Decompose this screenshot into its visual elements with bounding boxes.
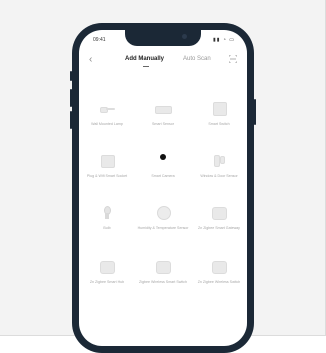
device-label: Smart Camera bbox=[151, 174, 175, 178]
thermo-sensor-icon bbox=[154, 204, 172, 222]
gateway-icon bbox=[210, 204, 228, 222]
device-label: Bulb bbox=[103, 226, 111, 230]
door-sensor-icon bbox=[210, 152, 228, 170]
device-label: Zigbee Wireless Smart Switch bbox=[139, 280, 187, 284]
volume-up-button bbox=[70, 89, 72, 107]
tab-add-manually[interactable]: Add Manually bbox=[125, 56, 164, 62]
wireless-switch-icon bbox=[154, 258, 172, 276]
scan-icon[interactable] bbox=[229, 55, 237, 63]
status-icons: ▮▮ ◔ ▭ bbox=[212, 37, 235, 43]
sensor-bar-icon bbox=[154, 100, 172, 118]
volume-down-button bbox=[70, 111, 72, 129]
smart-plug-icon bbox=[98, 152, 116, 170]
power-button bbox=[254, 99, 256, 125]
device-label: Zn Zigbee Smart Gateway bbox=[198, 226, 240, 230]
chevron-left-icon[interactable]: ‹ bbox=[89, 54, 92, 65]
status-time: 09:41 bbox=[93, 37, 106, 43]
device-label: Smart Sensor bbox=[152, 122, 174, 126]
mute-button bbox=[70, 71, 72, 81]
device-label: Window & Door Sensor bbox=[200, 174, 238, 178]
switch-panel-icon bbox=[210, 100, 228, 118]
phone-device: 09:41 ▮▮ ◔ ▭ ‹ Add Manually Auto Scan Wa… bbox=[70, 23, 256, 353]
device-label: Zn Zigbee Wireless Switch bbox=[197, 280, 241, 284]
active-tab-indicator bbox=[143, 66, 149, 67]
notch bbox=[125, 30, 201, 46]
device-label: Zn Zigbee Smart Hub bbox=[89, 280, 125, 284]
device-label: Wall Mounted Lamp bbox=[91, 122, 123, 126]
camera-icon bbox=[154, 152, 172, 170]
wall-lamp-icon bbox=[98, 100, 116, 118]
tab-auto-scan[interactable]: Auto Scan bbox=[183, 56, 211, 62]
device-label: Plug & Wifi Smart Socket bbox=[86, 174, 128, 178]
phone-screen: 09:41 ▮▮ ◔ ▭ ‹ Add Manually Auto Scan Wa… bbox=[79, 30, 247, 346]
bulb-icon bbox=[98, 204, 116, 222]
nav-bar: ‹ Add Manually Auto Scan bbox=[79, 52, 247, 70]
device-label: Smart Switch bbox=[208, 122, 230, 126]
wireless-switch-icon bbox=[210, 258, 228, 276]
hub-icon bbox=[98, 258, 116, 276]
device-label: Humidity & Temperature Sensor bbox=[137, 226, 189, 230]
front-camera bbox=[182, 34, 187, 39]
